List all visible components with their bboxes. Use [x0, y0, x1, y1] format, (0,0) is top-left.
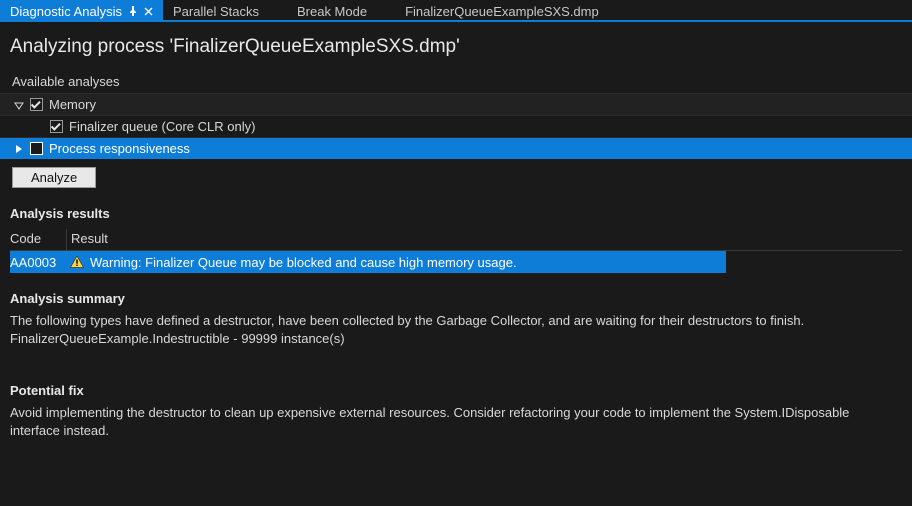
analyze-button[interactable]: Analyze: [12, 167, 96, 188]
checkbox-memory[interactable]: [30, 98, 43, 111]
fix-heading: Potential fix: [0, 347, 912, 404]
results-table: Code Result AA0003 Warning: Finalizer Qu…: [10, 229, 902, 273]
pin-icon[interactable]: [128, 6, 138, 16]
tab-parallel-stacks[interactable]: Parallel Stacks: [163, 0, 269, 20]
expander-icon[interactable]: [14, 100, 24, 110]
column-header-result[interactable]: Result: [67, 229, 902, 250]
expander-icon[interactable]: [14, 144, 24, 154]
tree-item-label: Memory: [49, 97, 96, 112]
available-analyses-label: Available analyses: [0, 72, 912, 93]
column-header-code[interactable]: Code: [10, 229, 66, 250]
tab-label: Diagnostic Analysis: [10, 4, 122, 19]
results-heading: Analysis results: [0, 188, 912, 227]
tree-item-label: Finalizer queue (Core CLR only): [69, 119, 255, 134]
warning-icon: [70, 255, 84, 269]
tree-row-memory[interactable]: Memory: [0, 93, 912, 115]
result-text: Warning: Finalizer Queue may be blocked …: [90, 255, 517, 270]
summary-heading: Analysis summary: [0, 273, 912, 312]
results-header: Code Result: [10, 229, 902, 251]
analysis-tree: Memory Finalizer queue (Core CLR only) P…: [0, 93, 912, 159]
tree-item-label: Process responsiveness: [49, 141, 190, 156]
tab-diagnostic-analysis[interactable]: Diagnostic Analysis: [0, 0, 163, 20]
summary-text-2: FinalizerQueueExample.Indestructible - 9…: [0, 330, 912, 348]
tree-row-finalizer-queue[interactable]: Finalizer queue (Core CLR only): [0, 115, 912, 137]
tab-label: Break Mode: [297, 4, 367, 19]
page-title: Analyzing process 'FinalizerQueueExample…: [0, 36, 912, 72]
main-content: Analyzing process 'FinalizerQueueExample…: [0, 22, 912, 439]
close-icon[interactable]: [144, 7, 153, 16]
tab-label: Parallel Stacks: [173, 4, 259, 19]
checkbox-responsiveness[interactable]: [30, 142, 43, 155]
tree-row-process-responsiveness[interactable]: Process responsiveness: [0, 137, 912, 159]
fix-text: Avoid implementing the destructor to cle…: [0, 404, 912, 439]
tab-label: FinalizerQueueExampleSXS.dmp: [405, 4, 599, 19]
checkbox-finalizer[interactable]: [50, 120, 63, 133]
result-row[interactable]: AA0003 Warning: Finalizer Queue may be b…: [10, 251, 726, 273]
tab-dump-file[interactable]: FinalizerQueueExampleSXS.dmp: [395, 0, 609, 20]
result-code: AA0003: [10, 255, 66, 270]
summary-text-1: The following types have defined a destr…: [0, 312, 912, 330]
tab-bar: Diagnostic Analysis Parallel Stacks Brea…: [0, 0, 912, 22]
tab-break-mode[interactable]: Break Mode: [287, 0, 377, 20]
